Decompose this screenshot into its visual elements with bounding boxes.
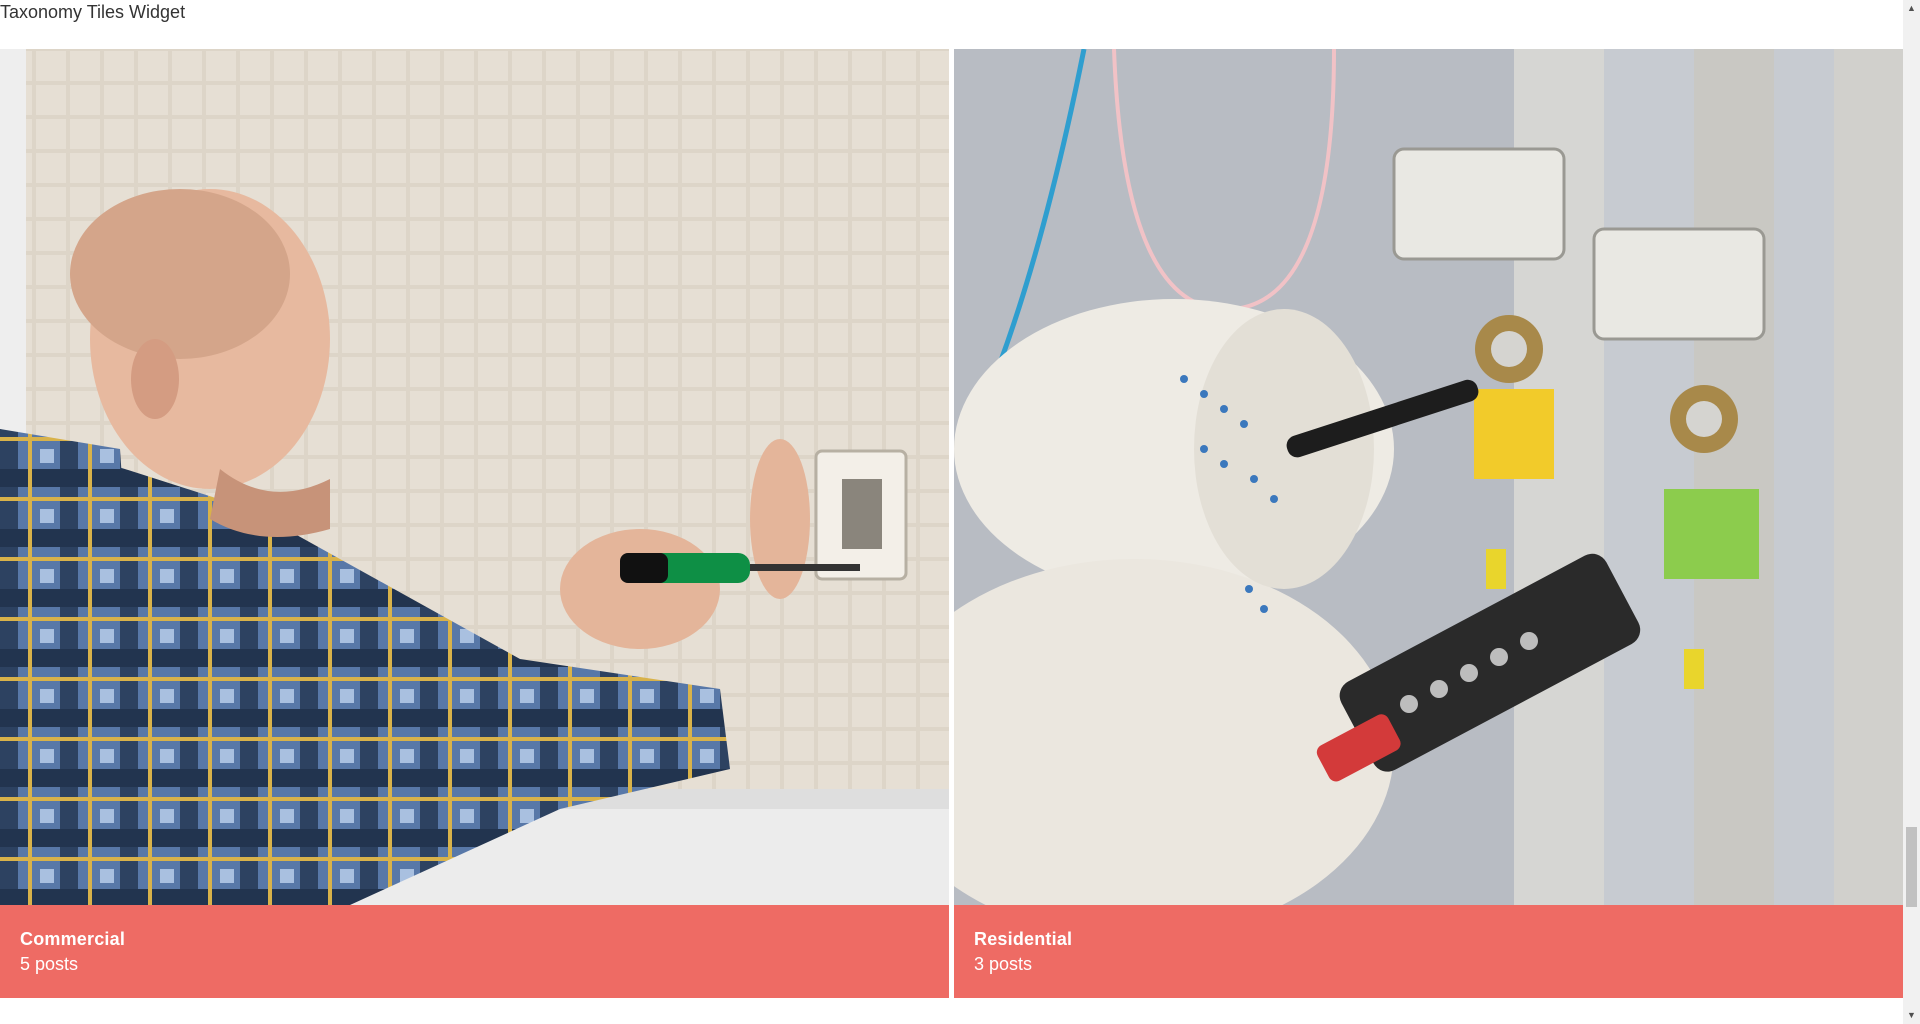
page: Taxonomy Tiles Widget Commercial 5 posts… <box>0 0 1920 1024</box>
arrow-up-icon[interactable]: ▲ <box>1903 0 1920 17</box>
tile-commercial[interactable]: Commercial 5 posts <box>0 49 949 998</box>
arrow-down-icon[interactable]: ▼ <box>1903 1007 1920 1024</box>
tile-name: Commercial <box>20 929 126 949</box>
tile-caption: Residential 3 posts <box>954 905 1903 998</box>
tile-name: Residential <box>974 929 1073 949</box>
vertical-scrollbar[interactable]: ▲ ▼ <box>1903 0 1920 1024</box>
tile-residential[interactable]: Residential 3 posts <box>954 49 1903 998</box>
tile-post-count: 5 posts <box>20 954 79 974</box>
electrician-installing-outlet-image <box>0 49 949 905</box>
scrollbar-thumb[interactable] <box>1906 827 1917 907</box>
voltage-tester-panel-image <box>954 49 1903 905</box>
taxonomy-tiles: Commercial 5 posts Residential 3 posts <box>0 49 1903 998</box>
tile-post-count: 3 posts <box>974 954 1033 974</box>
widget-title: Taxonomy Tiles Widget <box>0 2 186 22</box>
tile-caption: Commercial 5 posts <box>0 905 949 998</box>
